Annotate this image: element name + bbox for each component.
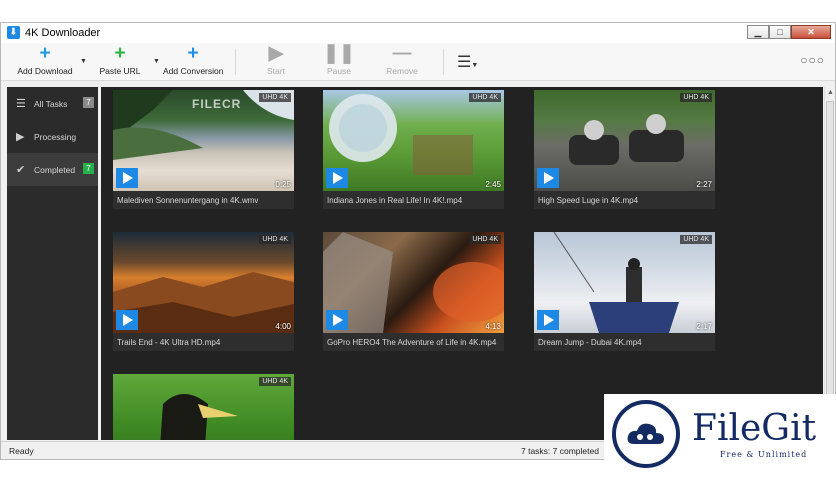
video-thumbnail: UHD 4K 4:00 — [113, 232, 294, 333]
scrollbar-thumb[interactable] — [826, 101, 834, 426]
play-icon[interactable] — [537, 168, 559, 188]
quality-badge: UHD 4K — [259, 377, 291, 386]
video-thumbnail: UHD 4K 2:45 — [323, 90, 504, 191]
add-download-button[interactable]: + Add Download — [15, 43, 75, 81]
app-download-icon: ⬇ — [7, 26, 20, 39]
play-icon: ▶ — [16, 131, 25, 143]
window-controls: ▁ □ ✕ — [747, 25, 831, 39]
pause-icon: ❚❚ — [323, 43, 355, 64]
paste-url-button[interactable]: + Paste URL — [97, 43, 143, 81]
quality-badge: UHD 4K — [259, 235, 291, 244]
video-card[interactable]: UHD 4K 4:13 GoPro HERO4 The Adventure of… — [323, 232, 504, 351]
check-icon: ✔ — [16, 164, 26, 176]
duration-label: 2:27 — [696, 180, 712, 189]
close-button[interactable]: ✕ — [791, 25, 831, 39]
count-badge: 7 — [83, 97, 94, 108]
play-icon[interactable] — [116, 168, 138, 188]
sidebar-item-label: Completed — [34, 165, 76, 175]
hamburger-menu-icon[interactable]: ☰▼ — [457, 52, 478, 72]
video-card[interactable]: UHD 4K 2:27 High Speed Luge in 4K.mp4 — [534, 90, 715, 209]
quality-badge: UHD 4K — [469, 93, 501, 102]
video-title: High Speed Luge in 4K.mp4 — [538, 196, 639, 205]
video-card[interactable]: UHD 4K 2:17 Dream Jump - Dubai 4K.mp4 — [534, 232, 715, 351]
pause-button[interactable]: ❚❚ Pause — [323, 43, 355, 81]
video-card[interactable]: UHD 4K 2:45 Indiana Jones in Real Life! … — [323, 90, 504, 209]
duration-label: 4:13 — [485, 322, 501, 331]
video-card[interactable]: UHD 4K 4:00 Trails End - 4K Ultra HD.mp4 — [113, 232, 294, 351]
video-thumbnail: UHD 4K 2:27 — [534, 90, 715, 191]
vertical-scrollbar[interactable]: ▲ ▼ — [824, 87, 835, 440]
sidebar-item-label: All Tasks — [34, 99, 68, 109]
brand-tagline: Free & Unlimited — [720, 450, 808, 459]
sidebar: ☰ All Tasks 7 ▶ Processing ✔ Completed 7 — [7, 87, 98, 440]
toolbar-divider — [443, 49, 444, 75]
video-grid: FILECR UHD 4K 0:25 Malediven Sonnenunter… — [101, 87, 823, 440]
scroll-up-icon[interactable]: ▲ — [827, 89, 834, 96]
play-icon[interactable] — [326, 310, 348, 330]
play-icon[interactable] — [116, 310, 138, 330]
video-title: GoPro HERO4 The Adventure of Life in 4K.… — [327, 338, 497, 347]
video-title: Indiana Jones in Real Life! In 4K!.mp4 — [327, 196, 463, 205]
cloud-logo-icon — [612, 400, 680, 468]
video-thumbnail: UHD 4K 2:17 — [534, 232, 715, 333]
video-title: Trails End - 4K Ultra HD.mp4 — [117, 338, 221, 347]
play-icon[interactable] — [537, 310, 559, 330]
maximize-button[interactable]: □ — [769, 25, 791, 39]
add-download-dropdown-icon[interactable]: ▼ — [80, 58, 87, 65]
paste-url-label: Paste URL — [99, 66, 141, 76]
video-title: Malediven Sonnenuntergang in 4K.wmv — [117, 196, 259, 205]
duration-label: 2:45 — [485, 180, 501, 189]
sidebar-item-label: Processing — [34, 132, 77, 142]
toolbar-divider — [235, 49, 236, 75]
task-summary: 7 tasks: 7 completed — [521, 446, 599, 456]
more-icon[interactable]: ○○○ — [800, 53, 825, 67]
add-conversion-label: Add Conversion — [163, 66, 224, 76]
start-button[interactable]: ▶ Start — [261, 43, 291, 81]
quality-badge: UHD 4K — [680, 93, 712, 102]
list-icon: ☰ — [16, 98, 26, 110]
title-bar: ⬇ 4K Downloader ▁ □ ✕ — [1, 23, 835, 43]
video-thumbnail: UHD 4K 4:13 — [323, 232, 504, 333]
quality-badge: UHD 4K — [259, 93, 291, 102]
add-conversion-button[interactable]: + Add Conversion — [163, 43, 223, 81]
toolbar: + Add Download ▼ + Paste URL ▼ + Add Con… — [1, 43, 835, 81]
minimize-button[interactable]: ▁ — [747, 25, 769, 39]
video-card[interactable]: FILECR UHD 4K 0:25 Malediven Sonnenunter… — [113, 90, 294, 209]
sidebar-item-processing[interactable]: ▶ Processing — [7, 120, 98, 153]
count-badge: 7 — [83, 163, 94, 174]
start-label: Start — [267, 66, 285, 76]
paste-url-dropdown-icon[interactable]: ▼ — [153, 58, 160, 65]
add-download-label: Add Download — [17, 66, 73, 76]
status-text: Ready — [9, 446, 34, 456]
plus-icon: + — [114, 43, 126, 64]
duration-label: 4:00 — [275, 322, 291, 331]
duration-label: 2:17 — [696, 322, 712, 331]
video-card[interactable]: UHD 4K — [113, 374, 294, 440]
minus-icon: — — [392, 43, 412, 64]
duration-label: 0:25 — [275, 180, 291, 189]
video-thumbnail: FILECR UHD 4K 0:25 — [113, 90, 294, 191]
video-title: Dream Jump - Dubai 4K.mp4 — [538, 338, 642, 347]
brand-watermark: FileGit Free & Unlimited — [604, 394, 836, 484]
watermark-text: FILECR — [192, 97, 242, 111]
play-icon: ▶ — [268, 43, 284, 64]
remove-button[interactable]: — Remove — [385, 43, 419, 81]
sidebar-item-all-tasks[interactable]: ☰ All Tasks 7 — [7, 87, 98, 120]
quality-badge: UHD 4K — [469, 235, 501, 244]
window-title: 4K Downloader — [25, 27, 101, 39]
video-thumbnail: UHD 4K — [113, 374, 294, 440]
plus-icon: + — [187, 43, 199, 64]
sidebar-item-completed[interactable]: ✔ Completed 7 — [7, 153, 98, 186]
play-icon[interactable] — [326, 168, 348, 188]
pause-label: Pause — [326, 66, 352, 76]
remove-label: Remove — [386, 66, 418, 76]
quality-badge: UHD 4K — [680, 235, 712, 244]
plus-icon: + — [39, 43, 51, 64]
brand-name: FileGit — [692, 408, 817, 449]
